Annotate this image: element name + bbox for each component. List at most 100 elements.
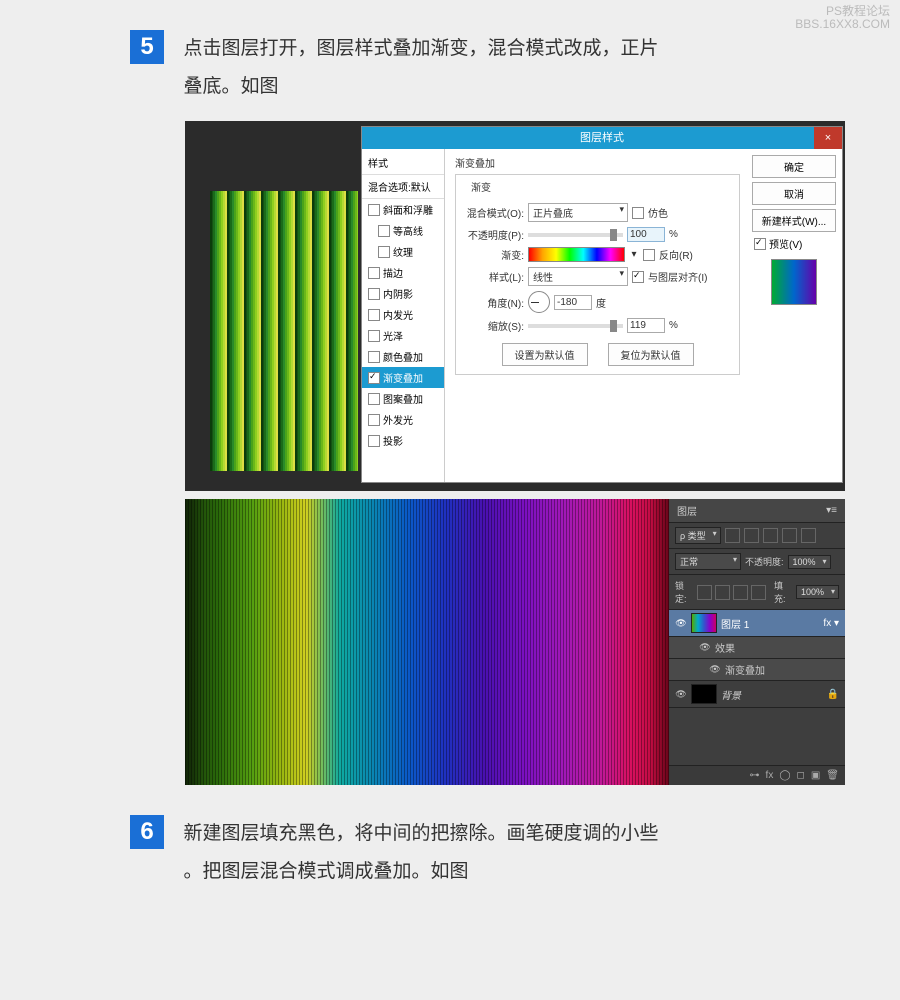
filter-type-icon[interactable] [763, 528, 778, 543]
style-item-patternoverlay[interactable]: 图案叠加 [362, 388, 444, 409]
lock-pixels-icon[interactable] [715, 585, 730, 600]
style-item-innerglow[interactable]: 内发光 [362, 304, 444, 325]
checkbox-icon[interactable] [368, 393, 380, 405]
set-default-button[interactable]: 设置为默认值 [502, 343, 588, 366]
reverse-checkbox[interactable] [643, 249, 655, 261]
blend-mode-select[interactable]: 正常 [675, 553, 741, 570]
angle-dial[interactable] [528, 291, 550, 313]
gradient-preview[interactable] [528, 247, 625, 262]
checkbox-icon[interactable] [378, 246, 390, 258]
filter-shape-icon[interactable] [782, 528, 797, 543]
angle-input[interactable]: -180 [554, 295, 592, 310]
filter-pixel-icon[interactable] [725, 528, 740, 543]
gradient-style-label: 样式(L): [464, 269, 524, 284]
lock-position-icon[interactable] [733, 585, 748, 600]
style-label: 渐变叠加 [383, 370, 423, 385]
visibility-icon[interactable]: 👁 [675, 688, 687, 700]
group-icon[interactable]: ◻ [797, 770, 805, 781]
style-label: 等高线 [393, 223, 423, 238]
checkbox-icon[interactable] [378, 225, 390, 237]
style-item-coloroverlay[interactable]: 颜色叠加 [362, 346, 444, 367]
checkbox-icon[interactable] [368, 435, 380, 447]
style-item-stroke[interactable]: 描边 [362, 262, 444, 283]
styles-header: 样式 [362, 151, 444, 175]
blend-mode-select[interactable]: 正片叠底 [528, 203, 628, 222]
style-item-texture[interactable]: 纹理 [362, 241, 444, 262]
fx-icon[interactable]: fx [766, 770, 774, 781]
checkbox-icon[interactable] [368, 414, 380, 426]
style-label: 投影 [383, 433, 403, 448]
layers-footer: ⊶ fx ◯ ◻ ▣ 🗑 [669, 765, 845, 785]
dither-label: 仿色 [648, 205, 668, 220]
reset-default-button[interactable]: 复位为默认值 [608, 343, 694, 366]
style-label: 纹理 [393, 244, 413, 259]
subsection-label: 渐变 [468, 179, 494, 194]
checkbox-icon[interactable] [368, 267, 380, 279]
layer-style-dialog: 图层样式 × 样式 混合选项:默认 斜面和浮雕 等高线 纹理 描边 内阴影 内发… [361, 126, 843, 483]
reverse-label: 反向(R) [659, 247, 693, 262]
blend-defaults[interactable]: 混合选项:默认 [362, 175, 444, 199]
style-item-contour[interactable]: 等高线 [362, 220, 444, 241]
gradient-style-select[interactable]: 线性 [528, 267, 628, 286]
style-item-satin[interactable]: 光泽 [362, 325, 444, 346]
dialog-action-buttons: 确定 取消 新建样式(W)... 预览(V) [750, 149, 842, 482]
style-item-innershadow[interactable]: 内阴影 [362, 283, 444, 304]
style-item-gradientoverlay[interactable]: 渐变叠加 [362, 367, 444, 388]
scale-slider[interactable] [528, 324, 623, 328]
checkbox-icon[interactable] [368, 330, 380, 342]
chevron-down-icon[interactable]: ▾ [629, 249, 639, 260]
opacity-value[interactable]: 100% [788, 555, 831, 569]
gradient-fieldset: 渐变 混合模式(O): 正片叠底 仿色 不透明度(P): 100 % [455, 174, 740, 375]
opacity-slider[interactable] [528, 233, 623, 237]
filter-adjust-icon[interactable] [744, 528, 759, 543]
canvas-preview-green-stripes [210, 191, 358, 471]
gradient-label: 渐变: [464, 247, 524, 262]
layer-row-background[interactable]: 👁 背景 🔒 [669, 681, 845, 708]
layer-name: 图层 1 [721, 616, 749, 631]
layer-effect-item[interactable]: 👁 渐变叠加 [669, 659, 845, 681]
new-style-button[interactable]: 新建样式(W)... [752, 209, 836, 232]
new-layer-icon[interactable]: ▣ [811, 770, 820, 781]
style-label: 内发光 [383, 307, 413, 322]
filter-smart-icon[interactable] [801, 528, 816, 543]
panel-menu-icon[interactable]: ▾≡ [826, 505, 837, 516]
layer-effects-row[interactable]: 👁 效果 [669, 637, 845, 659]
step-5-text: 点击图层打开，图层样式叠加渐变，混合模式改成，正片 叠底。如图 [183, 30, 773, 106]
checkbox-icon[interactable] [368, 204, 380, 216]
fill-value[interactable]: 100% [796, 585, 839, 599]
layers-panel: 图层 ▾≡ ρ 类型 正常 不透明度: 100% 锁定: [669, 499, 845, 785]
style-preview-swatch [771, 259, 817, 305]
fx-badge[interactable]: fx ▾ [823, 618, 839, 629]
visibility-icon[interactable]: 👁 [675, 617, 687, 629]
layers-tab[interactable]: 图层 ▾≡ [669, 499, 845, 523]
checkbox-icon[interactable] [368, 372, 380, 384]
style-item-outerglow[interactable]: 外发光 [362, 409, 444, 430]
mask-icon[interactable]: ◯ [779, 770, 790, 781]
effects-label: 效果 [715, 640, 735, 655]
checkbox-icon[interactable] [368, 309, 380, 321]
close-icon[interactable]: × [814, 127, 842, 149]
visibility-icon[interactable]: 👁 [709, 664, 721, 676]
align-checkbox[interactable] [632, 271, 644, 283]
dither-checkbox[interactable] [632, 207, 644, 219]
lock-all-icon[interactable] [751, 585, 766, 600]
filter-kind-select[interactable]: ρ 类型 [675, 527, 721, 544]
opacity-input[interactable]: 100 [627, 227, 665, 242]
scale-input[interactable]: 119 [627, 318, 665, 333]
layer-style-figure: 图层样式 × 样式 混合选项:默认 斜面和浮雕 等高线 纹理 描边 内阴影 内发… [185, 121, 845, 491]
checkbox-icon[interactable] [368, 288, 380, 300]
trash-icon[interactable]: 🗑 [826, 770, 839, 781]
checkbox-icon[interactable] [368, 351, 380, 363]
fill-label: 填充: [774, 579, 792, 605]
lock-transparency-icon[interactable] [697, 585, 712, 600]
style-item-bevel[interactable]: 斜面和浮雕 [362, 199, 444, 220]
layer-row-1[interactable]: 👁 图层 1 fx ▾ [669, 610, 845, 637]
cancel-button[interactable]: 取消 [752, 182, 836, 205]
visibility-icon[interactable]: 👁 [699, 642, 711, 654]
layers-empty-area [669, 708, 845, 765]
style-item-dropshadow[interactable]: 投影 [362, 430, 444, 451]
link-layers-icon[interactable]: ⊶ [750, 770, 760, 781]
ok-button[interactable]: 确定 [752, 155, 836, 178]
preview-checkbox[interactable] [754, 238, 766, 250]
step-6-number: 6 [130, 815, 164, 849]
